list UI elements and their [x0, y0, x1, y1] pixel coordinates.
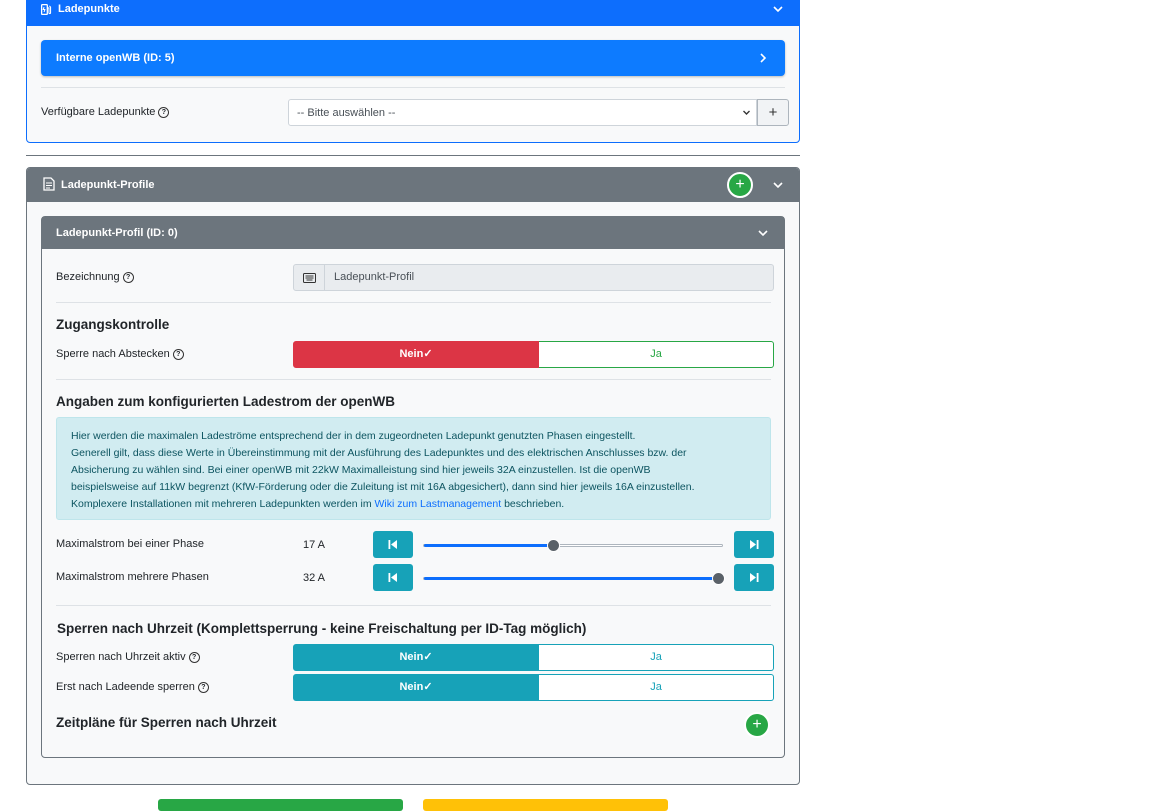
ladepunkt-select[interactable]: -- Bitte auswählen --: [288, 99, 757, 126]
uhrzeit-title: Sperren nach Uhrzeit (Komplettsperrung -…: [57, 621, 587, 636]
slider-fill: [424, 544, 553, 547]
max-multi-phase-value: 32 A: [303, 572, 326, 584]
reset-button[interactable]: [423, 799, 668, 811]
ladepunkt-item-interne-openwb[interactable]: Interne openWB (ID: 5): [41, 40, 785, 76]
ladepunkte-title: Ladepunkte: [58, 3, 120, 15]
chevron-down-icon[interactable]: [772, 179, 784, 191]
chevron-down-icon[interactable]: [757, 227, 769, 239]
chevron-down-icon: [743, 110, 750, 115]
profiles-header[interactable]: Ladepunkt-Profile +: [27, 168, 799, 202]
nein-label: Nein: [399, 348, 424, 360]
save-button[interactable]: [158, 799, 403, 811]
add-ladepunkt-button[interactable]: +: [757, 99, 789, 126]
uhrzeit-aktiv-ja-button[interactable]: Ja: [539, 644, 774, 671]
uhrzeit-aktiv-label: Sperren nach Uhrzeit aktiv?: [56, 651, 200, 663]
max-one-phase-value: 17 A: [303, 539, 326, 551]
help-icon[interactable]: ?: [188, 651, 200, 663]
section-divider: [26, 155, 800, 156]
check-icon: ✓: [423, 651, 433, 663]
keyboard-icon: [303, 273, 316, 283]
info-text-3: Absicherung zu wählen sind. Bei einer op…: [71, 464, 651, 476]
add-zeitplan-button[interactable]: +: [744, 712, 770, 738]
slider-thumb[interactable]: [547, 539, 560, 552]
document-icon: [43, 177, 55, 191]
help-icon[interactable]: ?: [172, 348, 184, 360]
help-icon[interactable]: ?: [197, 681, 209, 693]
info-alert: Hier werden die maximalen Ladeströme ent…: [56, 417, 771, 520]
check-icon: ✓: [423, 681, 433, 693]
divider: [56, 605, 771, 606]
ladestrom-title: Angaben zum konfigurierten Ladestrom der…: [56, 394, 396, 409]
wiki-link[interactable]: Wiki zum Lastmanagement: [375, 498, 502, 510]
nein-label: Nein: [399, 681, 424, 693]
sperre-abstecken-ja-button[interactable]: Ja: [539, 341, 774, 368]
bezeichnung-input[interactable]: Ladepunkt-Profil: [325, 264, 774, 291]
select-value: -- Bitte auswählen --: [297, 107, 396, 119]
profile-header[interactable]: Ladepunkt-Profil (ID: 0): [42, 217, 784, 249]
skip-forward-icon: [750, 540, 759, 549]
uhrzeit-aktiv-nein-button[interactable]: Nein✓: [293, 644, 539, 671]
help-icon[interactable]: ?: [158, 106, 170, 118]
slider-thumb[interactable]: [712, 572, 725, 585]
max-multi-phase-slider[interactable]: [423, 572, 725, 585]
ladeende-ja-button[interactable]: Ja: [539, 674, 774, 701]
divider: [56, 379, 771, 380]
max-one-phase-label: Maximalstrom bei einer Phase: [56, 538, 204, 550]
profiles-title: Ladepunkt-Profile: [61, 179, 155, 191]
skip-back-icon: [388, 573, 397, 582]
available-ladepunkte-label: Verfügbare Ladepunkte?: [41, 106, 170, 118]
slider-fill: [424, 577, 718, 580]
sperre-abstecken-nein-button[interactable]: Nein✓: [293, 341, 539, 368]
ladepunkte-header[interactable]: Ladepunkte: [27, 0, 799, 26]
decrease-button[interactable]: [373, 531, 413, 558]
profile-title: Ladepunkt-Profil (ID: 0): [56, 227, 178, 239]
add-profile-button[interactable]: +: [727, 172, 753, 198]
zeitplaene-title: Zeitpläne für Sperren nach Uhrzeit: [56, 715, 277, 730]
decrease-button[interactable]: [373, 564, 413, 591]
sperre-abstecken-label: Sperre nach Abstecken?: [56, 348, 184, 360]
increase-button[interactable]: [734, 564, 774, 591]
info-text-2: Generell gilt, dass diese Werte in Übere…: [71, 447, 687, 459]
divider: [41, 87, 785, 88]
charging-station-icon: [40, 3, 52, 16]
info-text-5: Komplexere Installationen mit mehreren L…: [71, 498, 565, 510]
ladepunkt-item-label: Interne openWB (ID: 5): [56, 52, 175, 64]
skip-forward-icon: [750, 573, 759, 582]
ladeende-label: Erst nach Ladeende sperren?: [56, 681, 209, 693]
info-text-1: Hier werden die maximalen Ladeströme ent…: [71, 430, 636, 442]
nein-label: Nein: [399, 651, 424, 663]
help-icon[interactable]: ?: [122, 271, 134, 283]
zugangskontrolle-title: Zugangskontrolle: [56, 317, 170, 332]
bezeichnung-label: Bezeichnung?: [56, 271, 134, 283]
chevron-right-icon: [760, 53, 767, 63]
chevron-down-icon[interactable]: [772, 3, 784, 15]
increase-button[interactable]: [734, 531, 774, 558]
info-text-4: beispielsweise auf 11kW begrenzt (KfW-Fö…: [71, 481, 695, 493]
ladeende-nein-button[interactable]: Nein✓: [293, 674, 539, 701]
divider: [56, 302, 771, 303]
max-one-phase-slider[interactable]: [423, 539, 723, 552]
check-icon: ✓: [423, 348, 433, 360]
skip-back-icon: [388, 540, 397, 549]
max-multi-phase-label: Maximalstrom mehrere Phasen: [56, 571, 209, 583]
keyboard-addon: [293, 264, 325, 291]
